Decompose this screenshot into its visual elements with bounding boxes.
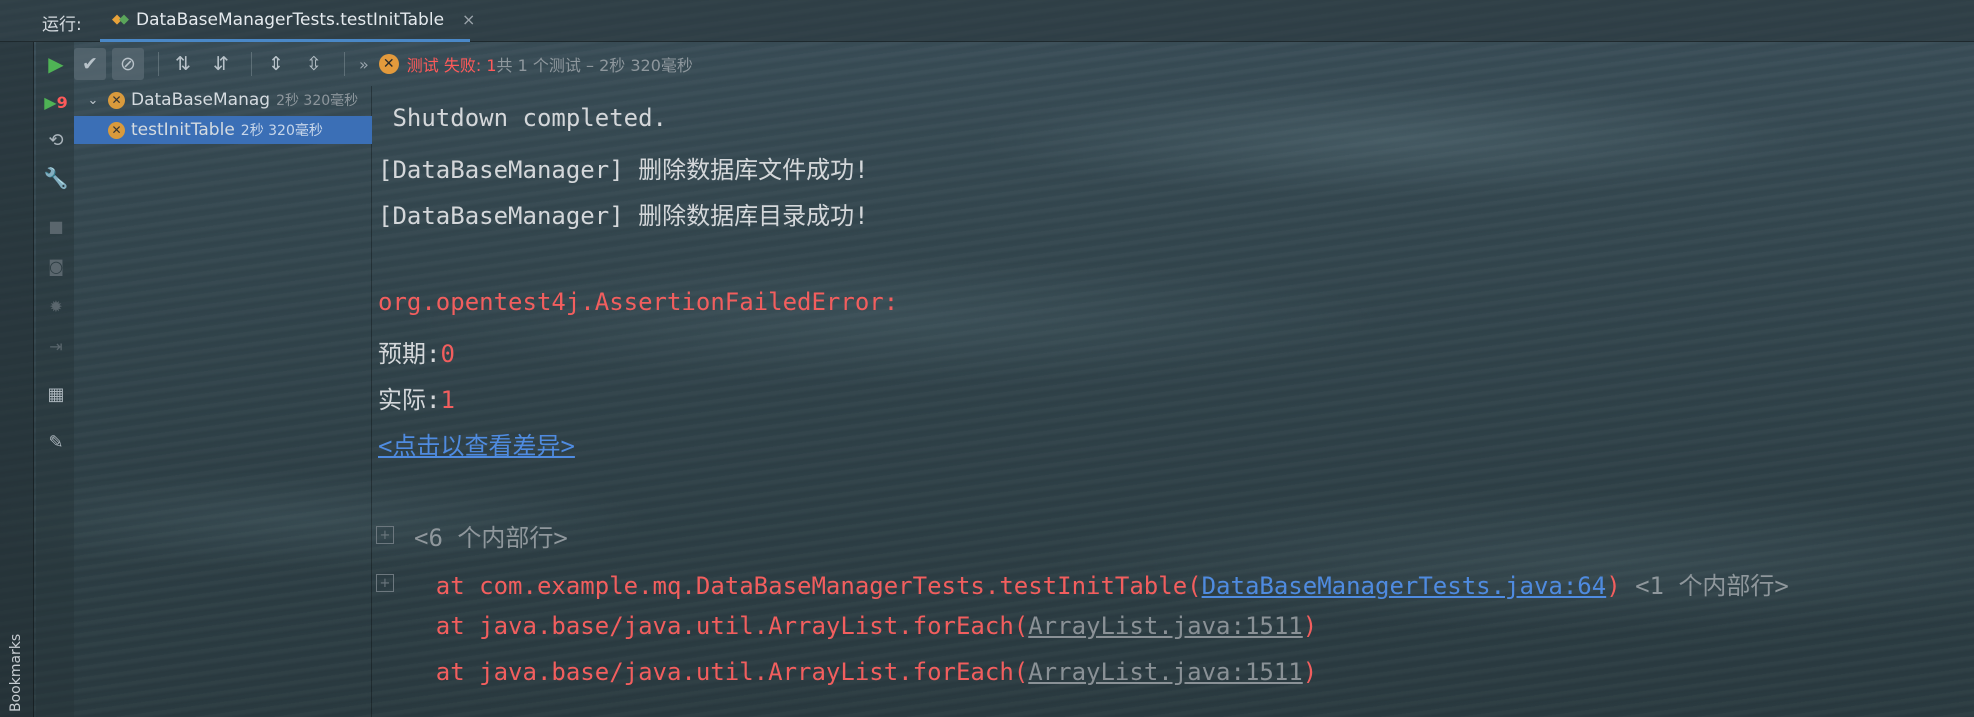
frame-source-link[interactable]: DataBaseManagerTests.java:64 (1202, 572, 1607, 600)
frame-prefix: at java.base/java.util.ArrayList.forEach… (378, 658, 1029, 686)
internal-lines-fold[interactable]: <1 个内部行> (1621, 572, 1789, 600)
layout-icon[interactable]: ▦ (42, 380, 70, 408)
rerun-failed-icon: ▶ (44, 92, 57, 112)
test-toolbar: ✔ ⊘ ⇅ ⇵ ⇕ ⇳ » ✕ 测试 失败: 1 共 1 个测试 – 2秒 32… (74, 44, 1974, 84)
stack-frame: at java.base/java.util.ArrayList.forEach… (378, 658, 1317, 686)
run-tab-title: DataBaseManagerTests.testInitTable (136, 9, 445, 30)
stack-frame: at com.example.mq.DataBaseManagerTests.t… (378, 566, 1789, 601)
tree-test-row[interactable]: ✕ testInitTable 2秒 320毫秒 (74, 116, 372, 144)
frame-source-link[interactable]: ArrayList.java:1511 (1028, 658, 1303, 686)
assertion-error: org.opentest4j.AssertionFailedError: (378, 288, 899, 316)
toolbar-separator (251, 52, 252, 76)
toolbar-separator (158, 52, 159, 76)
fold-expand-icon[interactable]: + (376, 526, 394, 544)
run-actions-column: ▶ ▶ 9 ⟲ 🔧 ■ ◙ ✹ ⇥ ▦ ✎ (36, 42, 74, 717)
test-status-failed: 测试 失败: 1 (406, 56, 497, 75)
toggle-auto-test-icon[interactable]: ⟲ (42, 126, 70, 154)
show-passed-icon[interactable]: ✔ (74, 48, 106, 80)
frame-prefix: at com.example.mq.DataBaseManagerTests.t… (378, 572, 1202, 600)
frame-suffix: ) (1302, 612, 1318, 640)
suite-name: DataBaseManag (131, 90, 271, 110)
console-line: [DataBaseManager] 删除数据库目录成功! (378, 202, 869, 230)
console-line: Shutdown completed. (378, 104, 667, 132)
close-tab-icon[interactable]: × (462, 10, 475, 29)
run-tab-bar: 运行: ◆◆ DataBaseManagerTests.testInitTabl… (0, 0, 1974, 42)
failed-icon: ✕ (108, 121, 125, 139)
expected-line: 预期:0 (378, 334, 455, 369)
frame-source-link[interactable]: ArrayList.java:1511 (1028, 612, 1303, 640)
collapse-all-icon[interactable]: ⇳ (298, 48, 330, 80)
bookmarks-label: Bookmarks (8, 633, 24, 712)
run-tab[interactable]: ◆◆ DataBaseManagerTests.testInitTable × (100, 0, 475, 42)
play-icon[interactable]: ▶ (42, 50, 70, 78)
frame-prefix: at java.base/java.util.ArrayList.forEach… (378, 612, 1029, 640)
view-diff-link[interactable]: <点击以查看差异> (378, 426, 575, 461)
expected-value: 0 (440, 340, 455, 368)
run-label: 运行: (42, 15, 82, 35)
show-ignored-icon[interactable]: ⊘ (112, 48, 144, 80)
test-status-summary: 共 1 个测试 – 2秒 320毫秒 (496, 56, 693, 75)
console-output[interactable]: Shutdown completed. [DataBaseManager] 删除… (376, 90, 1974, 717)
test-failed-icon: ✕ (378, 54, 399, 74)
tree-suite-row[interactable]: ⌄ ✕ DataBaseManag 2秒 320毫秒 (74, 86, 372, 114)
failed-icon: ✕ (108, 91, 125, 109)
sort-by-duration-icon[interactable]: ⇵ (205, 48, 237, 80)
wrench-icon[interactable]: 🔧 (42, 164, 70, 192)
internal-lines-fold[interactable]: <6 个内部行> (414, 518, 568, 553)
test-time: 2秒 320毫秒 (240, 123, 323, 139)
camera-icon[interactable]: ◙ (42, 252, 70, 280)
test-config-icon: ◆◆ (112, 12, 129, 27)
actual-line: 实际:1 (378, 380, 455, 415)
bookmarks-tool-button[interactable]: Bookmarks ▮ (4, 612, 30, 717)
toolbar-separator (344, 52, 345, 76)
pin-icon[interactable]: ✎ (42, 428, 70, 456)
sort-alphabetically-icon[interactable]: ⇅ (167, 48, 199, 80)
left-tool-strip: Bookmarks ▮ (0, 42, 34, 717)
test-name: testInitTable (131, 120, 235, 140)
stop-icon[interactable]: ■ (42, 212, 70, 240)
suite-time: 2秒 320毫秒 (276, 93, 359, 109)
console-line: [DataBaseManager] 删除数据库文件成功! (378, 156, 869, 184)
frame-suffix: ) (1606, 572, 1621, 600)
actual-value: 1 (440, 386, 455, 414)
toolbar-overflow-icon[interactable]: » (359, 55, 369, 74)
test-tree: ⌄ ✕ DataBaseManag 2秒 320毫秒 ✕ testInitTab… (74, 86, 372, 717)
rerun-failed-button[interactable]: ▶ 9 (42, 88, 70, 116)
expand-all-icon[interactable]: ⇕ (260, 48, 292, 80)
frame-suffix: ) (1302, 658, 1318, 686)
bug-icon[interactable]: ✹ (42, 292, 70, 320)
actual-label: 实际: (378, 386, 441, 414)
stack-frame: at java.base/java.util.ArrayList.forEach… (378, 612, 1317, 640)
chevron-down-icon[interactable]: ⌄ (82, 93, 104, 108)
expected-label: 预期: (378, 340, 441, 368)
exit-icon[interactable]: ⇥ (42, 332, 70, 360)
rerun-badge: 9 (56, 92, 68, 112)
